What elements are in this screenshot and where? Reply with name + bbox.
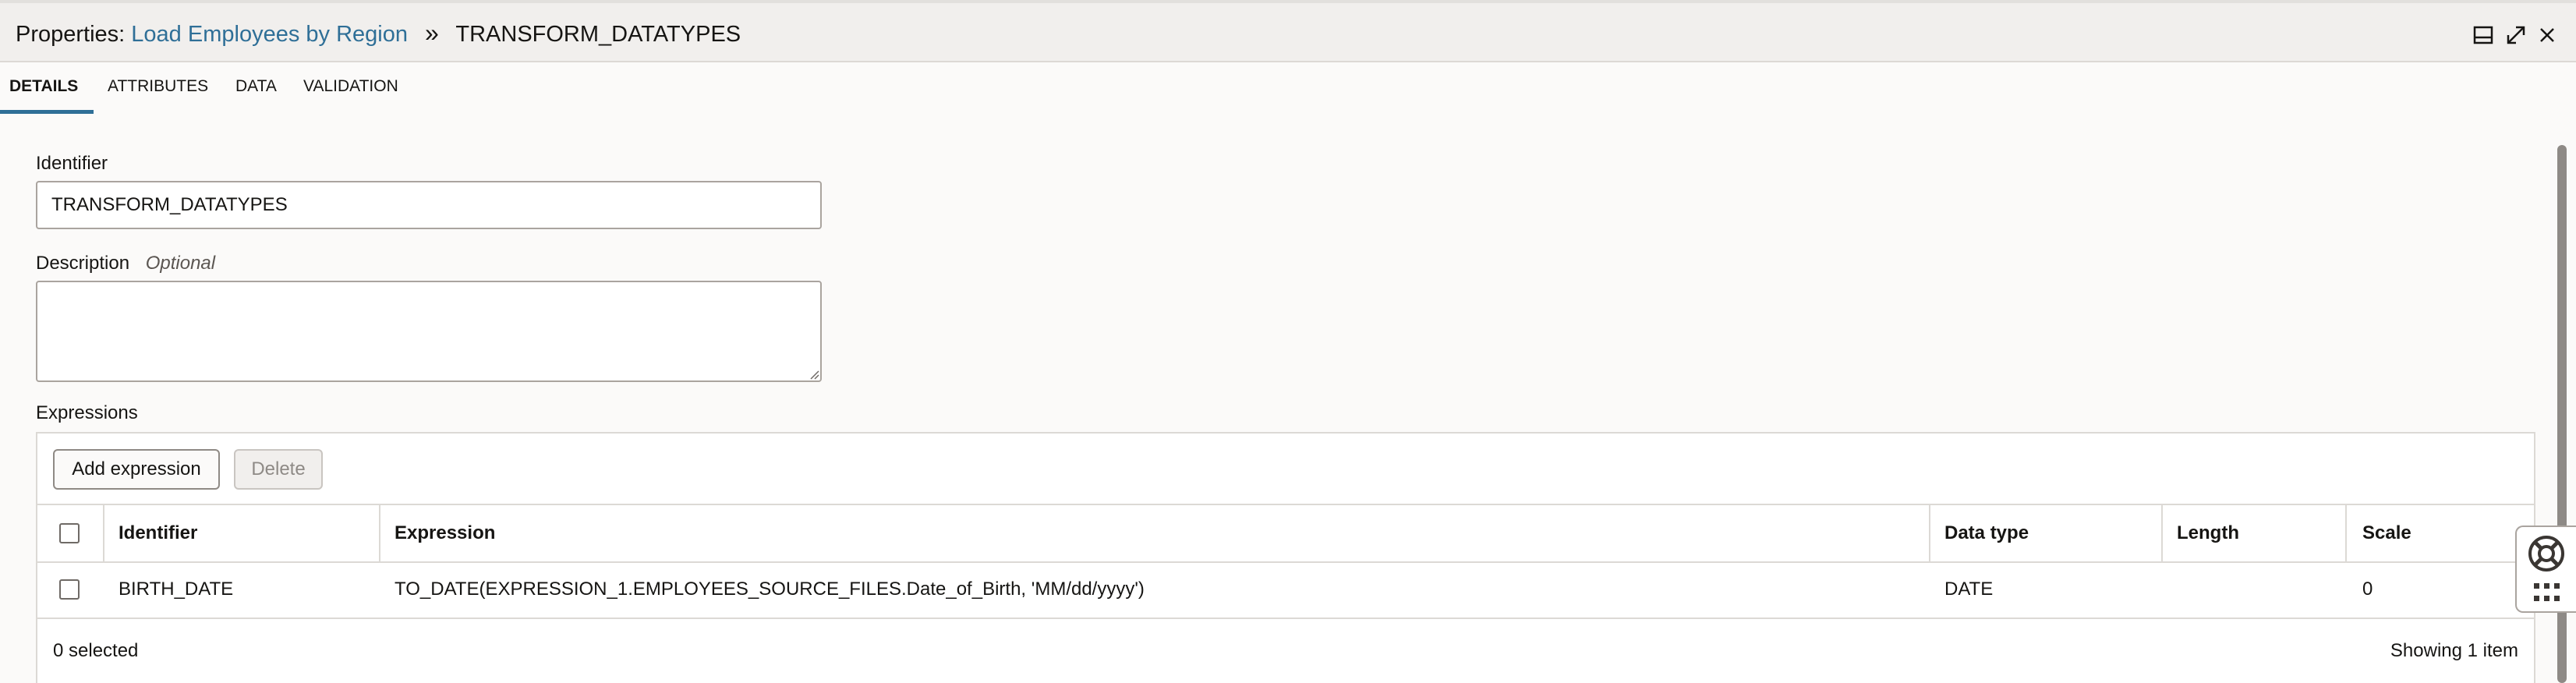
tab-bar: DETAILS ATTRIBUTES DATA VALIDATION	[0, 62, 2576, 115]
page-title: Properties: Load Employees by Region » T…	[16, 19, 741, 48]
description-label-text: Description	[36, 253, 130, 274]
identifier-label: Identifier	[36, 153, 108, 174]
table-header-row: Identifier Expression Data type Length S…	[37, 504, 2534, 563]
row-scale: 0	[2362, 579, 2373, 600]
tab-validation[interactable]: VALIDATION	[303, 62, 398, 114]
column-header-length[interactable]: Length	[2164, 505, 2347, 561]
resize-grip-icon[interactable]	[808, 368, 820, 380]
panel-header: Properties: Load Employees by Region » T…	[0, 3, 2576, 62]
expressions-section: Add expression Delete Identifier Express…	[36, 432, 2535, 683]
row-data-type: DATE	[1944, 579, 1994, 600]
table-footer: 0 selected Showing 1 item	[37, 621, 2534, 681]
column-header-expression[interactable]: Expression	[382, 505, 1930, 561]
title-prefix: Properties:	[16, 22, 126, 47]
row-checkbox[interactable]	[59, 579, 80, 600]
column-header-data-type[interactable]: Data type	[1932, 505, 2163, 561]
expressions-label: Expressions	[36, 402, 138, 423]
row-expression: TO_DATE(EXPRESSION_1.EMPLOYEES_SOURCE_FI…	[395, 579, 1145, 600]
help-widget[interactable]	[2515, 526, 2576, 613]
optional-hint: Optional	[145, 253, 216, 274]
table-row[interactable]: BIRTH_DATE TO_DATE(EXPRESSION_1.EMPLOYEE…	[37, 561, 2534, 619]
description-label: Description Optional	[36, 253, 215, 274]
tab-data[interactable]: DATA	[235, 62, 277, 114]
apps-grid-icon[interactable]	[2532, 582, 2562, 605]
tab-attributes[interactable]: ATTRIBUTES	[108, 62, 208, 114]
description-textarea[interactable]	[36, 281, 822, 382]
description-field-wrapper	[36, 281, 822, 382]
delete-button[interactable]: Delete	[234, 449, 323, 490]
close-icon[interactable]	[2535, 23, 2559, 47]
row-identifier: BIRTH_DATE	[119, 579, 234, 600]
expand-icon[interactable]	[2504, 23, 2528, 47]
identifier-input[interactable]	[36, 181, 822, 229]
properties-panel: Properties: Load Employees by Region » T…	[0, 0, 2576, 683]
add-expression-button[interactable]: Add expression	[53, 449, 220, 490]
pipeline-link[interactable]: Load Employees by Region	[131, 22, 408, 47]
select-all-checkbox[interactable]	[59, 523, 80, 543]
selection-count: 0 selected	[53, 640, 139, 661]
column-header-scale[interactable]: Scale	[2348, 505, 2532, 561]
column-header-identifier[interactable]: Identifier	[104, 505, 380, 561]
row-select-cell	[37, 561, 103, 618]
current-operator-name: TRANSFORM_DATATYPES	[455, 22, 741, 47]
breadcrumb-separator: »	[425, 19, 439, 47]
select-all-cell	[37, 505, 104, 561]
row-length	[2164, 561, 2177, 618]
lifebuoy-icon[interactable]	[2526, 533, 2567, 574]
item-count: Showing 1 item	[2390, 640, 2518, 661]
tab-details[interactable]: DETAILS	[0, 62, 94, 114]
dock-icon[interactable]	[2472, 23, 2495, 47]
